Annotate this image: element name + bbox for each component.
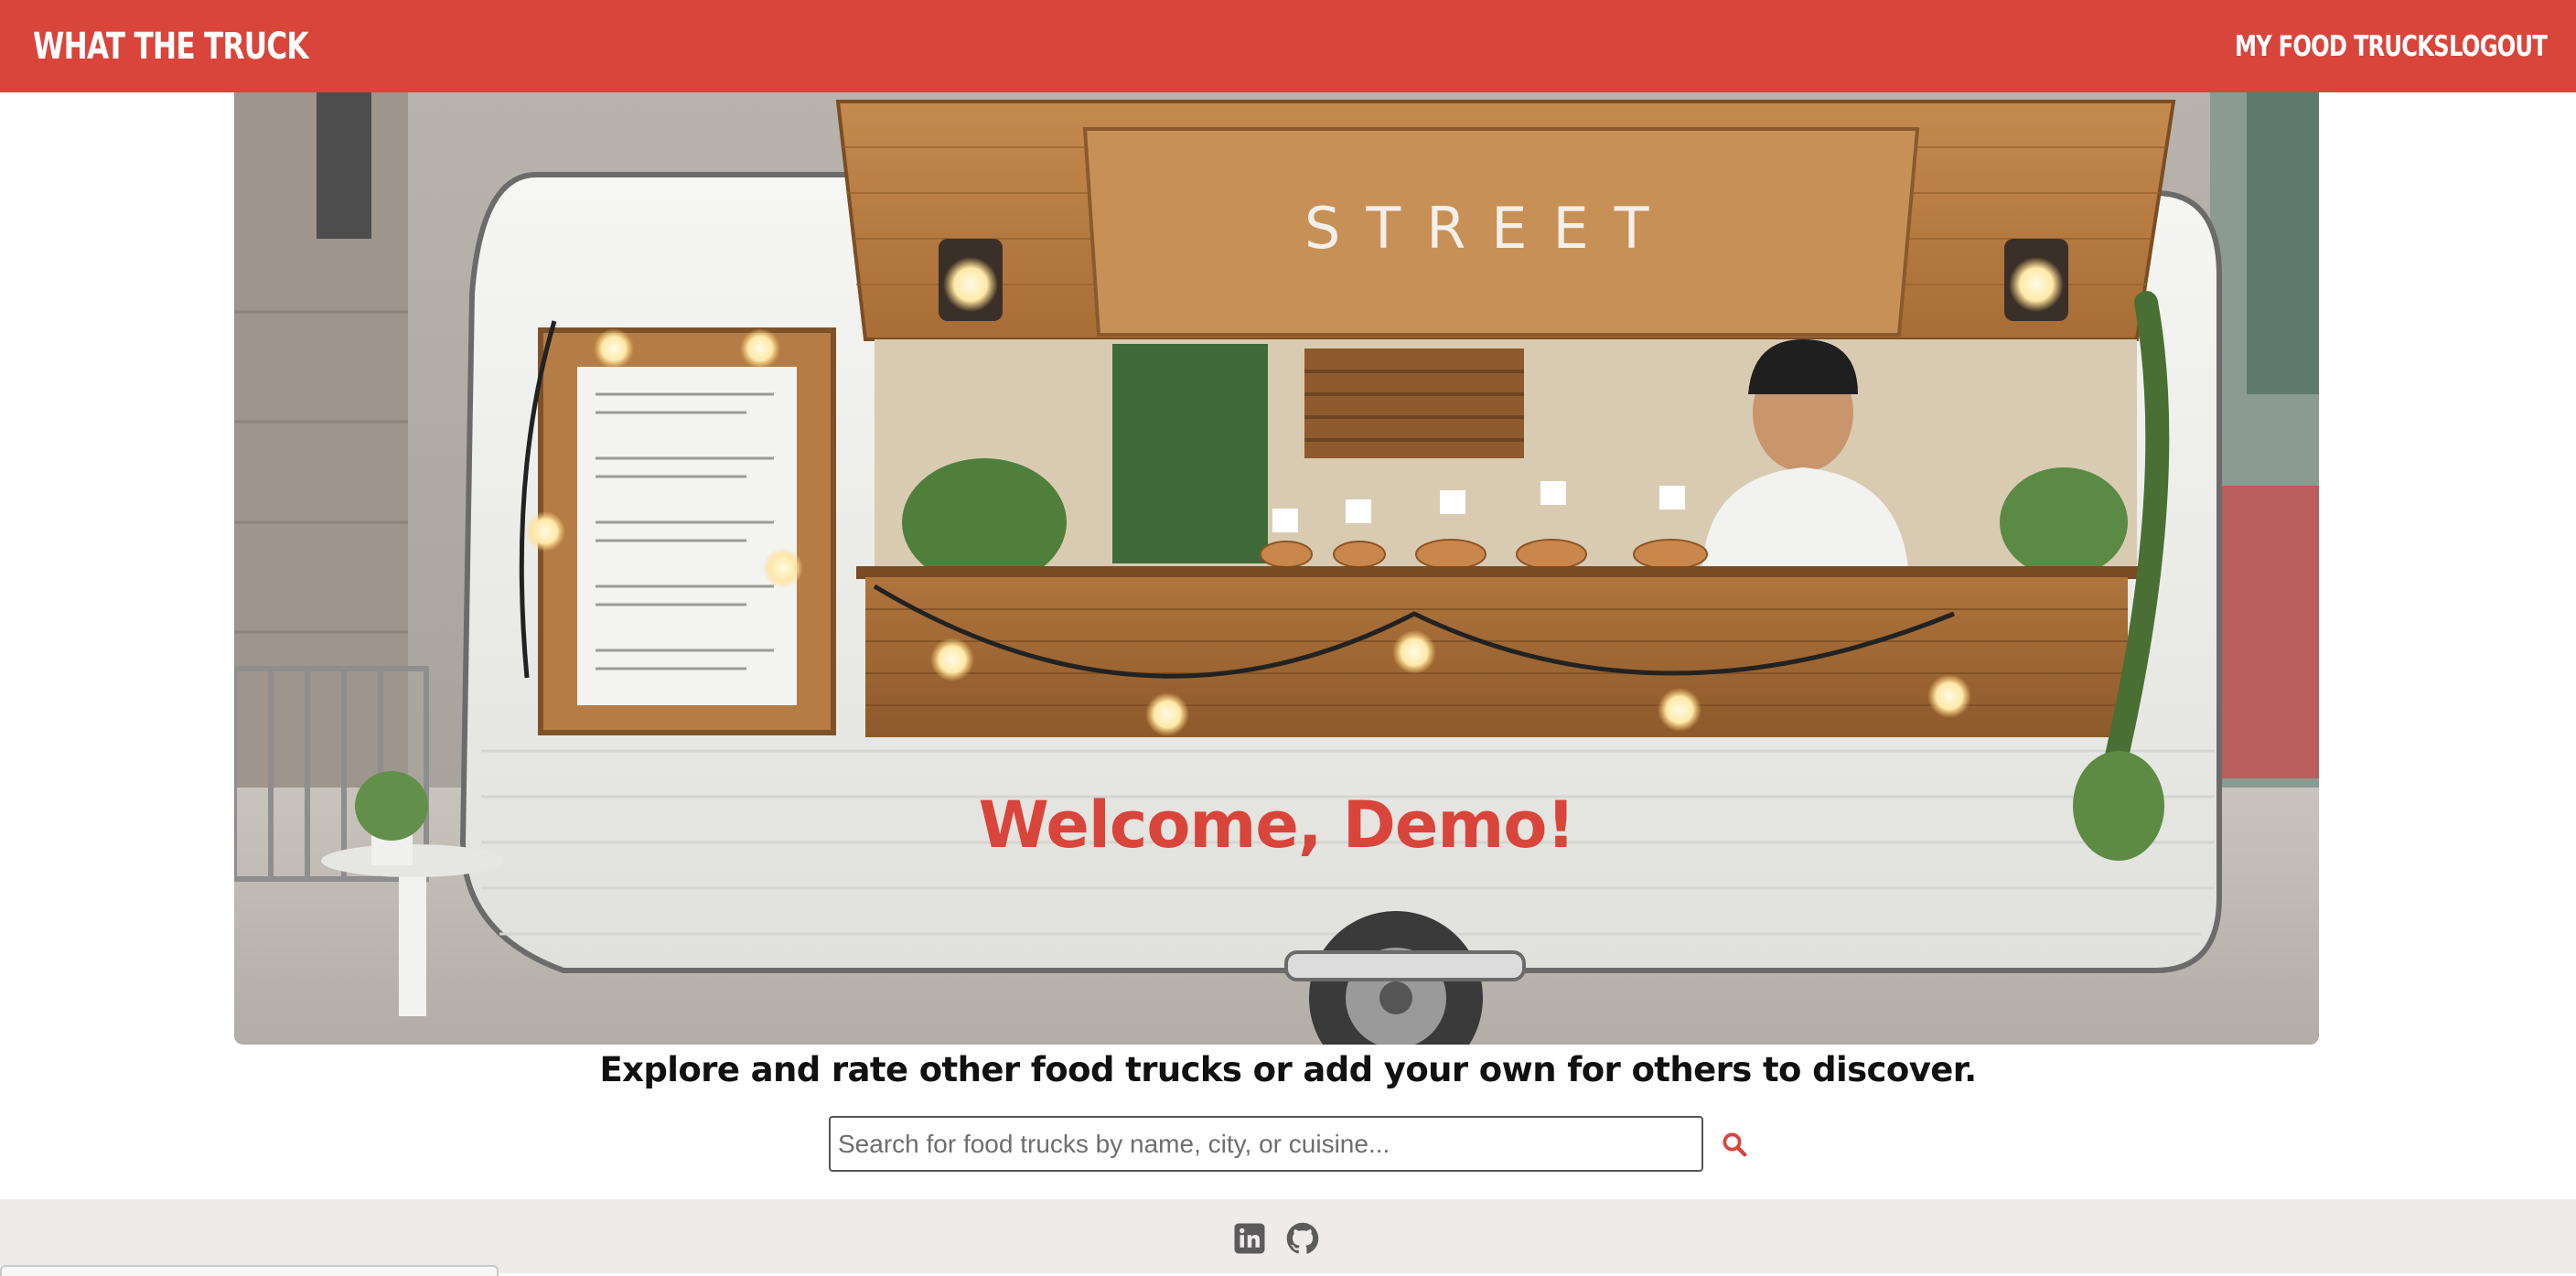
navbar: WHAT THE TRUCK MY FOOD TRUCKS LOGOUT: [0, 0, 2576, 92]
footer: [0, 1199, 2576, 1276]
my-food-trucks-link[interactable]: MY FOOD TRUCKS: [2235, 30, 2450, 63]
welcome-heading: Welcome, Demo!: [978, 788, 1576, 863]
search-icon: [1723, 1132, 1747, 1156]
footer-icons: [1233, 1222, 1319, 1255]
tagline: Explore and rate other food trucks or ad…: [599, 1050, 1977, 1089]
street-sign-text: STREET: [1304, 195, 1675, 262]
search-button[interactable]: [1712, 1122, 1756, 1166]
browser-status-tab: [0, 1265, 499, 1276]
logout-link[interactable]: LOGOUT: [2449, 30, 2548, 63]
linkedin-icon: [1234, 1223, 1265, 1254]
nav-links: MY FOOD TRUCKS LOGOUT: [2174, 30, 2548, 63]
github-icon: [1286, 1222, 1319, 1254]
search-form: [829, 1116, 1756, 1172]
github-link[interactable]: [1286, 1222, 1319, 1255]
hero-banner: STREET Welcome, Demo!: [234, 92, 2319, 1045]
brand-logo[interactable]: WHAT THE TRUCK: [33, 26, 309, 68]
linkedin-link[interactable]: [1233, 1222, 1266, 1255]
food-truck-illustration: STREET: [234, 92, 2319, 1045]
search-input[interactable]: [829, 1116, 1703, 1172]
